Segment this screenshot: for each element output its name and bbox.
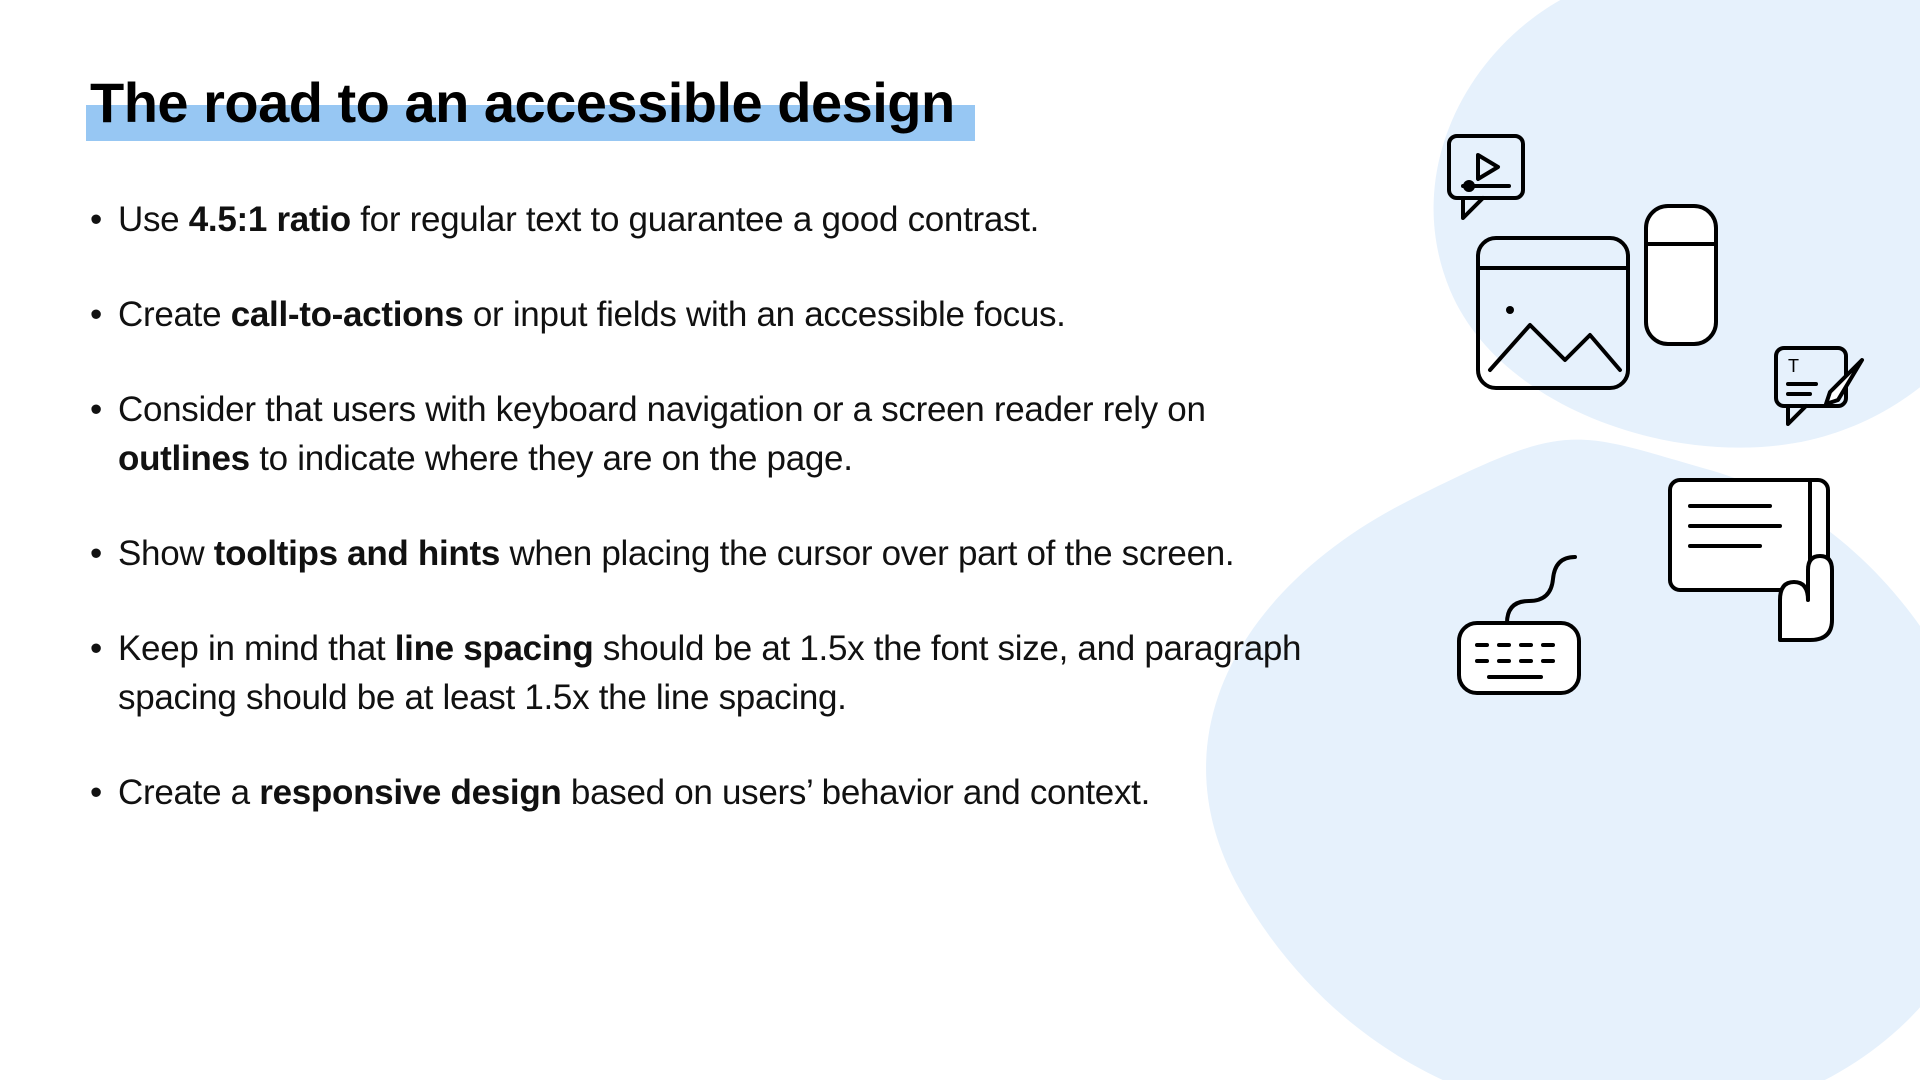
bullet-text-post: when placing the cursor over part of the…	[500, 534, 1234, 573]
touch-document-icon	[1660, 470, 1850, 650]
slide-title: The road to an accessible design	[90, 70, 955, 135]
bullet-text-pre: Show	[118, 534, 214, 573]
bullet-text-post: or input fields with an accessible focus…	[463, 295, 1065, 334]
bullet-text-bold: tooltips and hints	[214, 534, 500, 573]
bullet-text-bold: line spacing	[395, 629, 594, 668]
bullet-item: Keep in mind that line spacing should be…	[90, 624, 1320, 722]
bullet-text-pre: Create a	[118, 773, 259, 812]
text-edit-bubble-icon: T	[1770, 342, 1870, 432]
bullet-text-bold: 4.5:1 ratio	[189, 200, 351, 239]
bullet-text-bold: outlines	[118, 439, 250, 478]
bullet-item: Create a responsive design based on user…	[90, 768, 1320, 817]
bullet-text-post: based on users’ behavior and context.	[562, 773, 1151, 812]
bullet-text-post: to indicate where they are on the page.	[250, 439, 853, 478]
title-wrap: The road to an accessible design	[90, 70, 955, 135]
bullet-text-pre: Create	[118, 295, 231, 334]
bullet-text-pre: Consider that users with keyboard naviga…	[118, 390, 1206, 429]
bullet-list: Use 4.5:1 ratio for regular text to guar…	[90, 195, 1320, 817]
bullet-text-pre: Use	[118, 200, 189, 239]
keyboard-icon	[1445, 545, 1625, 705]
bullet-text-bold: responsive design	[259, 773, 561, 812]
phone-icon	[1640, 200, 1722, 350]
bullet-text-pre: Keep in mind that	[118, 629, 395, 668]
bullet-text-post: for regular text to guarantee a good con…	[351, 200, 1039, 239]
svg-text:T: T	[1788, 356, 1799, 376]
content-area: The road to an accessible design Use 4.5…	[0, 0, 1920, 817]
bullet-item: Show tooltips and hints when placing the…	[90, 529, 1320, 578]
bullet-item: Consider that users with keyboard naviga…	[90, 385, 1320, 483]
bullet-item: Create call-to-actions or input fields w…	[90, 290, 1320, 339]
bullet-item: Use 4.5:1 ratio for regular text to guar…	[90, 195, 1320, 244]
bullet-text-bold: call-to-actions	[231, 295, 464, 334]
slide: The road to an accessible design Use 4.5…	[0, 0, 1920, 1080]
